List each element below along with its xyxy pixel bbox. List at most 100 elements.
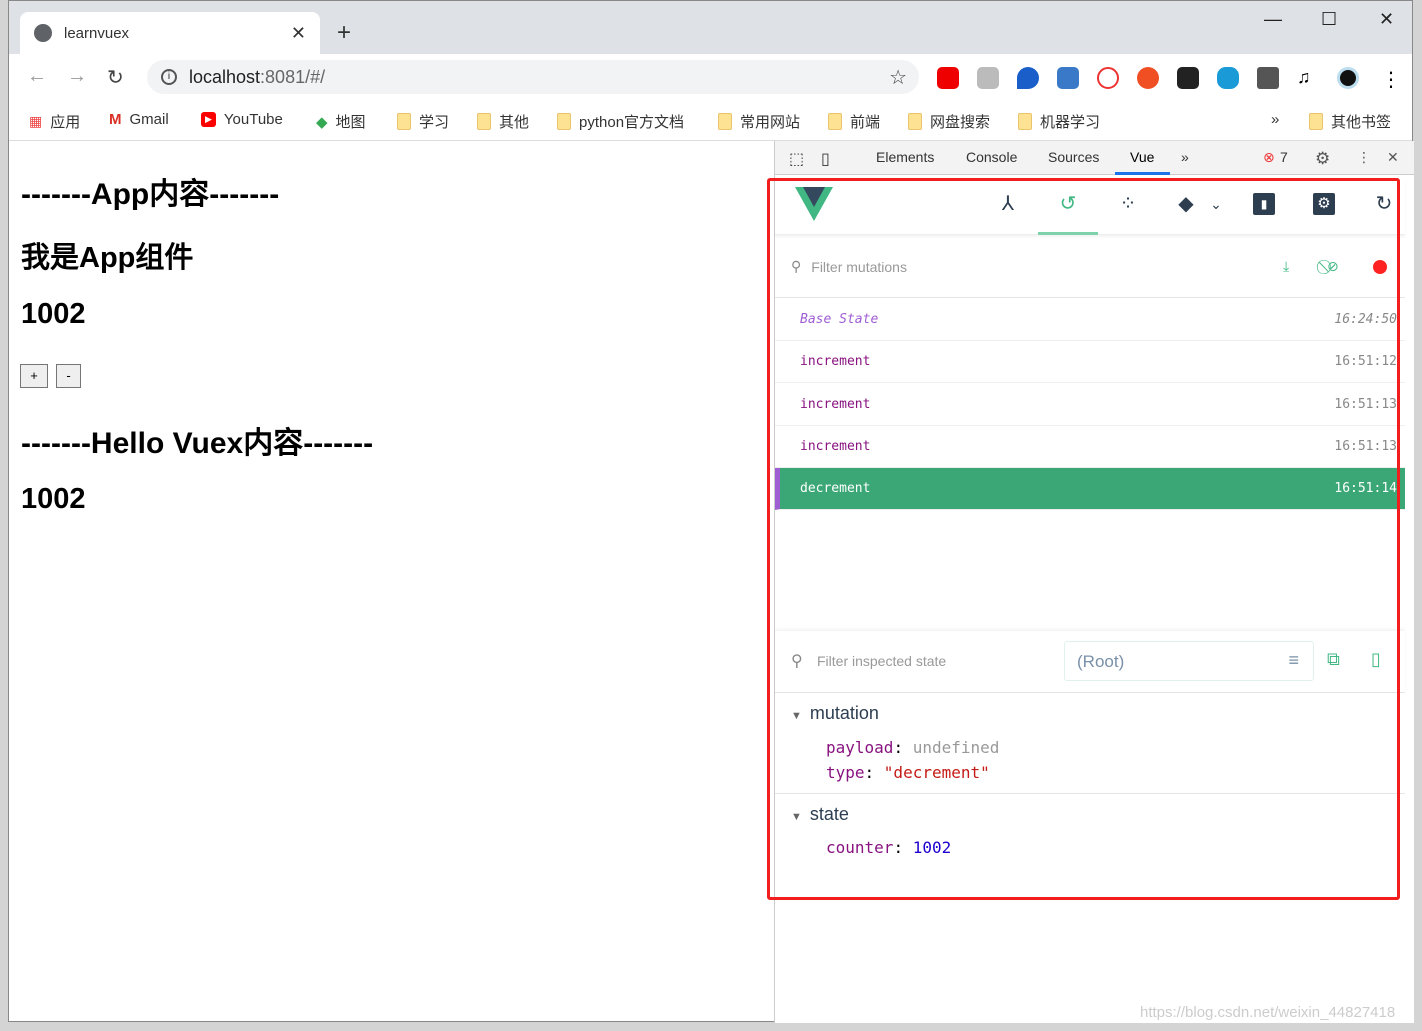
vuex-history-icon[interactable]: ↺ [1057, 193, 1079, 215]
search-icon: ⚲ [791, 258, 802, 274]
mutation-row-base-state[interactable]: Base State 16:24:50 [775, 299, 1405, 341]
extension-icon[interactable] [1177, 67, 1199, 89]
bookmark-folder[interactable]: python官方文档 [557, 111, 684, 132]
devtools-menu-icon[interactable]: ⋮ [1357, 149, 1371, 166]
settings-gear-icon[interactable]: ⚙ [1315, 149, 1330, 169]
type-entry: type: "decrement" [826, 763, 990, 782]
bookmarks-overflow-button[interactable]: » [1271, 111, 1279, 128]
address-bar[interactable]: i localhost:8081/#/ ☆ [147, 60, 919, 94]
paste-clipboard-icon[interactable]: ▯ [1371, 649, 1381, 670]
more-tabs-icon[interactable]: » [1181, 149, 1189, 165]
mutation-row[interactable]: increment 16:51:12 [775, 341, 1405, 383]
maximize-button[interactable]: ☐ [1321, 9, 1337, 30]
error-count[interactable]: 7 [1280, 149, 1288, 165]
folder-icon [1018, 113, 1032, 130]
url-host: localhost [189, 66, 261, 87]
bookmark-folder[interactable]: 前端 [828, 111, 880, 132]
new-tab-button[interactable]: + [337, 19, 351, 47]
vue-devtools-header: ⅄ ↺ ⁘ ◆ ⌄ ▮ ⚙ ↻ [775, 179, 1405, 235]
inspector-toolbar: ⚲ Filter inspected state (Root) ≡ ⧉ ▯ [775, 631, 1405, 693]
state-section-toggle[interactable]: ▼ state [791, 804, 849, 825]
back-button[interactable]: ← [27, 65, 47, 88]
record-icon[interactable] [1373, 259, 1387, 274]
bookmark-folder[interactable]: 常用网站 [718, 111, 800, 132]
settings-icon[interactable]: ⚙ [1313, 193, 1335, 215]
active-vue-tab-indicator [1038, 232, 1098, 235]
triangle-down-icon: ▼ [791, 710, 802, 722]
extension-icon[interactable] [977, 67, 999, 89]
increment-button[interactable]: + [20, 364, 48, 388]
filter-icon[interactable]: ≡ [1288, 650, 1299, 671]
bookmark-folder[interactable]: 网盘搜索 [908, 111, 990, 132]
youtube-icon: ▶ [201, 112, 216, 127]
folder-icon [557, 113, 571, 130]
bookmark-folder[interactable]: 机器学习 [1018, 111, 1100, 132]
gmail-icon: M [109, 111, 122, 128]
extension-icon[interactable] [1217, 67, 1239, 89]
mutation-row-selected[interactable]: decrement 16:51:14 [775, 468, 1405, 510]
maps-icon: ◆ [316, 113, 328, 131]
tab-vue[interactable]: Vue [1130, 149, 1154, 165]
folder-icon [477, 113, 491, 130]
tab-elements[interactable]: Elements [876, 149, 934, 165]
reload-button[interactable]: ↻ [107, 65, 124, 90]
forward-button[interactable]: → [67, 65, 87, 88]
copy-icon[interactable]: ⧉ [1327, 649, 1340, 670]
extension-icon[interactable] [1057, 67, 1079, 89]
folder-icon [397, 113, 411, 130]
browser-tab[interactable]: learnvuex ✕ [20, 12, 320, 54]
filter-mutations-input[interactable]: Filter mutations [811, 259, 907, 275]
bookmark-folder[interactable]: 学习 [397, 111, 449, 132]
extension-icon[interactable] [1017, 67, 1039, 89]
refresh-icon[interactable]: ↻ [1373, 193, 1395, 215]
active-tab-indicator [1115, 172, 1170, 175]
mutation-row[interactable]: increment 16:51:13 [775, 384, 1405, 426]
close-devtools-icon[interactable]: ✕ [1387, 149, 1399, 166]
vuex-heading: -------Hello Vuex内容------- [21, 427, 374, 460]
export-download-icon[interactable]: ⤓ [1283, 258, 1289, 275]
bookmarks-bar: ▦ 应用 M Gmail ▶ YouTube ◆ 地图 学习 其他 python官方文档… [9, 101, 1412, 141]
device-toggle-icon[interactable]: ▯ [821, 149, 830, 169]
filter-state-input[interactable]: Filter inspected state [817, 653, 946, 669]
tab-console[interactable]: Console [966, 149, 1017, 165]
bookmark-star-icon[interactable]: ☆ [889, 65, 907, 90]
minimize-button[interactable]: — [1264, 9, 1282, 30]
root-selector[interactable]: (Root) ≡ [1064, 641, 1314, 681]
triangle-down-icon: ▼ [791, 811, 802, 823]
payload-entry: payload: undefined [826, 738, 1000, 757]
inspect-element-icon[interactable]: ⬚ [789, 149, 804, 169]
folder-icon [908, 113, 922, 130]
other-bookmarks[interactable]: 其他书签 [1309, 111, 1391, 132]
info-icon[interactable]: i [161, 69, 177, 85]
mutation-row[interactable]: increment 16:51:13 [775, 426, 1405, 468]
error-icon: ⊗ [1263, 149, 1275, 165]
routing-icon[interactable]: ◆ [1175, 193, 1197, 215]
menu-icon[interactable]: ⋮ [1381, 67, 1403, 91]
bookmark-apps[interactable]: ▦ 应用 [29, 111, 80, 132]
divider [775, 793, 1405, 794]
bookmark-maps[interactable]: ◆ 地图 [316, 111, 366, 132]
performance-icon[interactable]: ▮ [1253, 193, 1275, 215]
search-icon: ⚲ [791, 653, 803, 670]
folder-icon [828, 113, 842, 130]
bookmark-gmail[interactable]: M Gmail [109, 111, 169, 128]
events-icon[interactable]: ⁘ [1117, 193, 1139, 215]
extension-icon[interactable] [1097, 67, 1119, 89]
mutations-filter[interactable]: ⚲ Filter mutations ⤓ ⃠⊘ [775, 236, 1405, 298]
decrement-button[interactable]: - [56, 364, 81, 388]
chevron-down-icon[interactable]: ⌄ [1205, 193, 1227, 215]
mutation-section-toggle[interactable]: ▼ mutation [791, 703, 879, 724]
extension-icon[interactable] [1137, 67, 1159, 89]
puzzle-icon[interactable] [1257, 67, 1279, 89]
bookmark-folder[interactable]: 其他 [477, 111, 529, 132]
media-icon[interactable]: ♫ [1297, 67, 1319, 89]
bookmark-youtube[interactable]: ▶ YouTube [201, 111, 283, 128]
globe-icon [34, 24, 52, 42]
adblock-extension-icon[interactable] [937, 67, 959, 89]
close-window-button[interactable]: ✕ [1379, 9, 1394, 30]
avatar[interactable] [1337, 67, 1359, 89]
clear-icon[interactable]: ⃠⊘ [1327, 258, 1339, 275]
close-tab-icon[interactable]: ✕ [291, 23, 306, 44]
tab-sources[interactable]: Sources [1048, 149, 1099, 165]
components-icon[interactable]: ⅄ [997, 193, 1019, 215]
